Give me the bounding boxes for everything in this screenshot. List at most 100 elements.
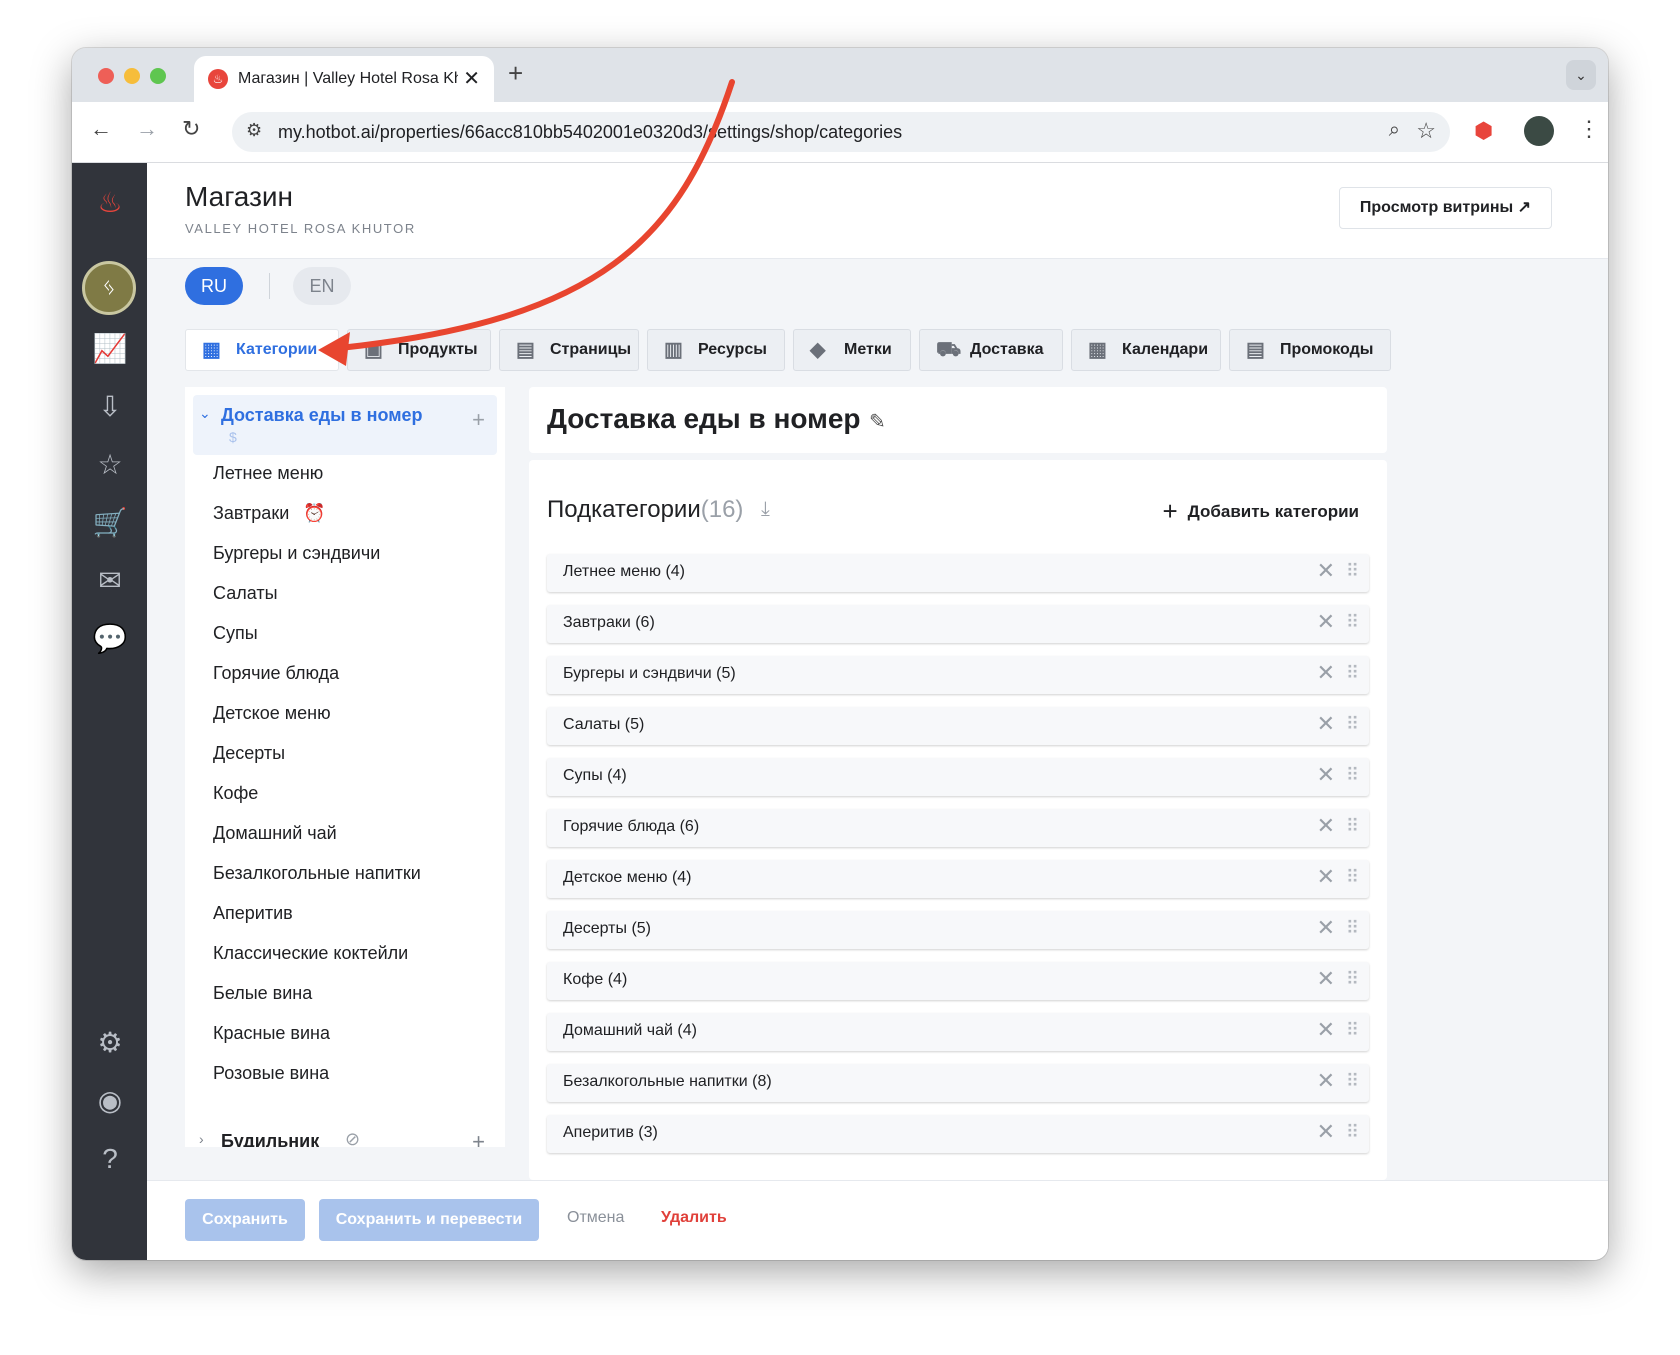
tree-item[interactable]: Красные вина xyxy=(213,1023,330,1044)
tree-item[interactable]: Белые вина xyxy=(213,983,312,1004)
tree-item[interactable]: Супы xyxy=(213,623,258,644)
tab-delivery[interactable]: ⛟ Доставка xyxy=(919,329,1063,371)
tree-item[interactable]: Горячие блюда xyxy=(213,663,339,684)
reload-icon[interactable]: ↻ xyxy=(182,116,200,142)
lang-en-button[interactable]: EN xyxy=(293,267,351,305)
remove-x-icon[interactable]: ✕ xyxy=(1317,1068,1335,1094)
subcategory-row[interactable]: Аперитив (3) ✕ ⠿ xyxy=(547,1115,1369,1153)
edit-pencil-icon[interactable]: ✎ xyxy=(869,409,886,434)
drag-handle-icon[interactable]: ⠿ xyxy=(1346,561,1359,582)
subcategory-row[interactable]: Супы (4) ✕ ⠿ xyxy=(547,758,1369,796)
drag-handle-icon[interactable]: ⠿ xyxy=(1346,816,1359,837)
add-subcategory-icon[interactable]: + xyxy=(472,1129,485,1147)
subcategory-row[interactable]: Летнее меню (4) ✕ ⠿ xyxy=(547,554,1369,592)
tree-item[interactable]: Летнее меню xyxy=(213,463,323,484)
close-tab-icon[interactable]: ✕ xyxy=(463,66,480,91)
tree-item[interactable]: Домашний чай xyxy=(213,823,337,844)
remove-x-icon[interactable]: ✕ xyxy=(1317,1119,1335,1145)
tree-item[interactable]: Детское меню xyxy=(213,703,331,724)
drag-handle-icon[interactable]: ⠿ xyxy=(1346,918,1359,939)
tree-item[interactable]: Безалкогольные напитки xyxy=(213,863,421,884)
tree-item[interactable]: Завтраки ⏰ xyxy=(213,503,326,524)
chevron-down-icon[interactable]: ⌄ xyxy=(199,405,211,422)
cancel-button[interactable]: Отмена xyxy=(567,1209,624,1227)
shop-cart-icon[interactable]: 🛒 xyxy=(90,503,130,543)
drag-handle-icon[interactable]: ⠿ xyxy=(1346,612,1359,633)
browser-menu-icon[interactable]: ⋮ xyxy=(1578,116,1600,142)
tree-item[interactable]: Салаты xyxy=(213,583,278,604)
back-arrow-icon[interactable]: ← xyxy=(90,116,112,142)
tree-item[interactable]: Классические коктейли xyxy=(213,943,408,964)
remove-x-icon[interactable]: ✕ xyxy=(1317,558,1335,584)
subcategory-row[interactable]: Детское меню (4) ✕ ⠿ xyxy=(547,860,1369,898)
new-tab-icon[interactable]: + xyxy=(508,58,523,89)
drag-handle-icon[interactable]: ⠿ xyxy=(1346,714,1359,735)
subcategory-row[interactable]: Кофе (4) ✕ ⠿ xyxy=(547,962,1369,1000)
subcategory-row[interactable]: Десерты (5) ✕ ⠿ xyxy=(547,911,1369,949)
tree-item[interactable]: Бургеры и сэндвичи xyxy=(213,543,380,564)
tree-root-alarm[interactable]: › Будильник ⊘ + xyxy=(193,1129,497,1147)
remove-x-icon[interactable]: ✕ xyxy=(1317,1017,1335,1043)
tree-item[interactable]: Розовые вина xyxy=(213,1063,329,1084)
extension-shield-icon[interactable]: ⬢ xyxy=(1474,118,1493,144)
subcategory-row[interactable]: Безалкогольные напитки (8) ✕ ⠿ xyxy=(547,1064,1369,1102)
tree-root-room-service[interactable]: ⌄ Доставка еды в номер $ + xyxy=(193,395,497,455)
address-bar[interactable]: ⚙ my.hotbot.ai/properties/66acc810bb5402… xyxy=(232,112,1450,152)
save-button[interactable]: Сохранить xyxy=(185,1199,305,1241)
browser-tab[interactable]: ♨ Магазин | Valley Hotel Rosa Khutor ✕ xyxy=(194,56,494,102)
zoom-icon[interactable]: ⌕ xyxy=(1389,119,1400,142)
remove-x-icon[interactable]: ✕ xyxy=(1317,711,1335,737)
tab-products[interactable]: ▣ Продукты xyxy=(347,329,491,371)
tree-item[interactable]: Десерты xyxy=(213,743,285,764)
subcategory-row[interactable]: Горячие блюда (6) ✕ ⠿ xyxy=(547,809,1369,847)
site-settings-icon[interactable]: ⚙ xyxy=(246,120,262,141)
drag-handle-icon[interactable]: ⠿ xyxy=(1346,1071,1359,1092)
tab-tags[interactable]: ◆ Метки xyxy=(793,329,911,371)
tree-item[interactable]: Аперитив xyxy=(213,903,293,924)
lang-ru-button[interactable]: RU xyxy=(185,267,243,305)
subcategory-row[interactable]: Завтраки (6) ✕ ⠿ xyxy=(547,605,1369,643)
remove-x-icon[interactable]: ✕ xyxy=(1317,864,1335,890)
tab-search-chevron-icon[interactable]: ⌄ xyxy=(1566,60,1596,90)
property-avatar[interactable]: ᛃ xyxy=(82,261,136,315)
drag-handle-icon[interactable]: ⠿ xyxy=(1346,867,1359,888)
close-window-button[interactable] xyxy=(98,68,114,84)
tab-categories[interactable]: ▦ Категории xyxy=(185,329,339,371)
tab-resources[interactable]: ▥ Ресурсы xyxy=(647,329,785,371)
hotbot-logo-icon[interactable]: ♨ xyxy=(90,183,130,223)
storefront-preview-button[interactable]: Просмотр витрины ↗ xyxy=(1338,187,1552,229)
download-icon[interactable]: ⤓ xyxy=(761,498,770,521)
remove-x-icon[interactable]: ✕ xyxy=(1317,609,1335,635)
save-and-translate-button[interactable]: Сохранить и перевести xyxy=(319,1199,539,1241)
minimize-window-button[interactable] xyxy=(124,68,140,84)
tab-promocodes[interactable]: ▤ Промокоды xyxy=(1229,329,1391,371)
settings-gear-icon[interactable]: ⚙ xyxy=(90,1023,130,1063)
bookmark-star-icon[interactable]: ☆ xyxy=(1416,118,1436,144)
drag-handle-icon[interactable]: ⠿ xyxy=(1346,1020,1359,1041)
remove-x-icon[interactable]: ✕ xyxy=(1317,966,1335,992)
remove-x-icon[interactable]: ✕ xyxy=(1317,762,1335,788)
delete-button[interactable]: Удалить xyxy=(661,1209,727,1227)
drag-handle-icon[interactable]: ⠿ xyxy=(1346,1122,1359,1143)
chat-icon[interactable]: 💬 xyxy=(90,619,130,659)
tab-pages[interactable]: ▤ Страницы xyxy=(499,329,639,371)
account-icon[interactable]: ◉ xyxy=(90,1081,130,1121)
help-icon[interactable]: ? xyxy=(90,1139,130,1179)
remove-x-icon[interactable]: ✕ xyxy=(1317,915,1335,941)
maximize-window-button[interactable] xyxy=(150,68,166,84)
remove-x-icon[interactable]: ✕ xyxy=(1317,660,1335,686)
reviews-star-icon[interactable]: ☆ xyxy=(90,445,130,485)
add-categories-button[interactable]: + Добавить категории xyxy=(1162,496,1359,527)
inbox-icon[interactable]: ⇩ xyxy=(90,387,130,427)
chevron-right-icon[interactable]: › xyxy=(199,1131,204,1147)
subcategory-row[interactable]: Бургеры и сэндвичи (5) ✕ ⠿ xyxy=(547,656,1369,694)
add-subcategory-icon[interactable]: + xyxy=(472,407,485,433)
drag-handle-icon[interactable]: ⠿ xyxy=(1346,765,1359,786)
mail-icon[interactable]: ✉ xyxy=(90,561,130,601)
drag-handle-icon[interactable]: ⠿ xyxy=(1346,969,1359,990)
analytics-icon[interactable]: 📈 xyxy=(90,329,130,369)
subcategory-row[interactable]: Домашний чай (4) ✕ ⠿ xyxy=(547,1013,1369,1051)
remove-x-icon[interactable]: ✕ xyxy=(1317,813,1335,839)
profile-avatar[interactable] xyxy=(1524,116,1554,146)
tree-item[interactable]: Кофе xyxy=(213,783,258,804)
